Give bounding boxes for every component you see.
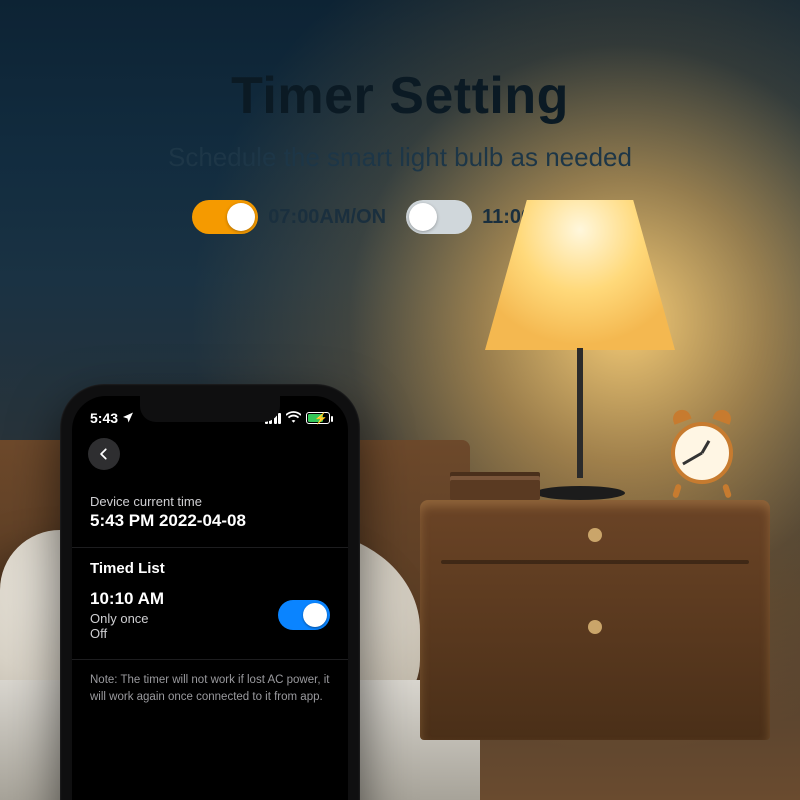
device-time-value: 5:43 PM 2022-04-08 <box>90 511 330 531</box>
timer-note: Note: The timer will not work if lost AC… <box>72 666 348 711</box>
phone-screen: 5:43 ⚡ <box>72 396 348 800</box>
phone-notch <box>140 396 280 422</box>
books <box>450 480 540 500</box>
alarm-clock <box>664 408 740 498</box>
timer-entry-time: 10:10 AM <box>90 589 164 609</box>
bedroom-scene: Timer Setting Schedule the smart light b… <box>0 0 800 800</box>
timer-entry-row[interactable]: 10:10 AM Only once Off <box>72 579 348 653</box>
phone-mockup: 5:43 ⚡ <box>60 384 360 800</box>
nightstand <box>420 500 770 740</box>
schedule-on-group: 07:00AM/ON <box>192 200 386 234</box>
device-time-label: Device current time <box>90 494 330 509</box>
back-button[interactable] <box>88 438 120 470</box>
timed-list-header: Timed List <box>72 554 348 579</box>
table-lamp <box>480 200 680 500</box>
schedule-off-toggle[interactable] <box>406 200 472 234</box>
timer-entry-action: Off <box>90 626 164 641</box>
wifi-icon <box>286 410 301 426</box>
schedule-on-toggle[interactable] <box>192 200 258 234</box>
app-header <box>72 430 348 484</box>
divider <box>72 659 348 660</box>
status-time: 5:43 <box>90 410 118 426</box>
page-title: Timer Setting <box>0 66 800 126</box>
schedule-on-label: 07:00AM/ON <box>268 206 386 229</box>
schedule-toggle-row: 07:00AM/ON 11:00PM/OFF <box>0 200 800 234</box>
timer-entry-toggle[interactable] <box>278 600 330 630</box>
timer-entry-repeat: Only once <box>90 611 164 626</box>
divider <box>72 547 348 548</box>
battery-icon: ⚡ <box>306 412 330 424</box>
page-subtitle: Schedule the smart light bulb as needed <box>0 142 800 173</box>
chevron-left-icon <box>97 447 111 461</box>
location-icon <box>122 410 134 426</box>
device-time-section: Device current time 5:43 PM 2022-04-08 <box>72 484 348 541</box>
